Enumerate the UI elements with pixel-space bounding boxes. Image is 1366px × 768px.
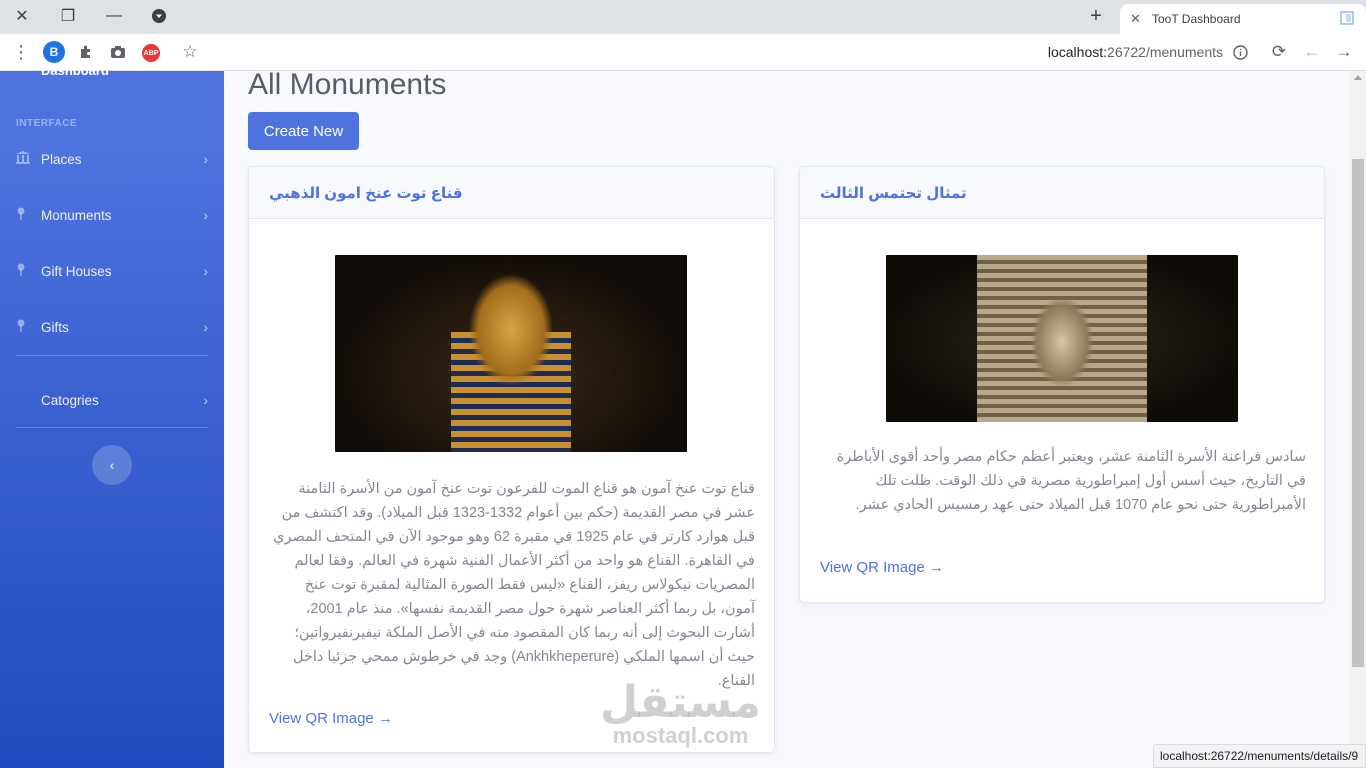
address-bar: ⋮ B ABP ☆ localhost:26722/menuments ⟳ ← … (0, 34, 1366, 71)
sidebar-toggle-button[interactable]: ‹ (92, 445, 132, 485)
thutmose-statue-image (886, 255, 1238, 422)
chevron-right-icon: › (203, 151, 208, 167)
map-pin-icon (16, 319, 41, 335)
status-hover-url: localhost:26722/menuments/details/9 (1153, 744, 1366, 768)
sidebar-dashboard-link[interactable]: Dashboard (41, 63, 109, 78)
tab-search-icon[interactable] (145, 4, 173, 28)
tab-close-icon[interactable]: ✕ (1130, 11, 1146, 27)
chevron-left-icon: ‹ (109, 457, 115, 473)
sidebar-item-places[interactable]: Places › (16, 145, 208, 173)
url-field[interactable]: localhost:26722/menuments (1048, 44, 1223, 60)
sidebar-divider (16, 427, 208, 428)
scroll-up-arrow-icon[interactable] (1354, 75, 1362, 80)
scroll-thumb[interactable] (1352, 159, 1364, 667)
window-restore-icon[interactable]: ❐ (54, 4, 82, 28)
sidebar-item-label: Gift Houses (41, 263, 112, 279)
sidebar-divider (16, 355, 208, 356)
card-title: تمثال تحتمس الثالث (800, 167, 1324, 219)
extensions-icon[interactable] (76, 41, 96, 63)
sidebar-item-monuments[interactable]: Monuments › (16, 201, 208, 229)
page-scrollbar[interactable] (1350, 71, 1366, 768)
chevron-right-icon: › (203, 392, 208, 408)
window-minimize-icon[interactable]: — (100, 4, 128, 28)
camera-icon[interactable] (108, 41, 128, 63)
chevron-right-icon: › (203, 207, 208, 223)
map-pin-icon (16, 207, 41, 223)
page-title: All Monuments (248, 68, 447, 101)
url-host: localhost: (1047, 44, 1108, 60)
back-arrow-icon[interactable]: ← (1302, 41, 1322, 63)
view-qr-image-link[interactable]: View QR Image → (269, 710, 393, 727)
forward-arrow-icon[interactable]: → (1334, 41, 1354, 63)
monument-card: قناع توت عنخ امون الذهبي قناع توت عنخ آم… (248, 166, 775, 753)
new-tab-button[interactable]: + (1082, 4, 1110, 28)
map-pin-icon (16, 263, 41, 279)
url-path: 26722/menuments (1107, 44, 1223, 60)
sidebar-item-label: Gifts (41, 319, 69, 335)
main-content: All Monuments Create New قناع توت عنخ ام… (224, 68, 1350, 768)
sidebar-item-catogries[interactable]: Catogries › (16, 386, 208, 414)
bookmark-star-icon[interactable]: ☆ (180, 41, 200, 63)
adblock-icon[interactable]: ABP (141, 41, 161, 63)
reload-icon[interactable]: ⟳ (1269, 41, 1289, 63)
chevron-right-icon: › (203, 263, 208, 279)
browser-menu-icon[interactable]: ⋮ (12, 41, 30, 63)
profile-avatar[interactable]: B (43, 41, 65, 63)
browser-tab-active[interactable]: ✕ TooT Dashboard (1120, 4, 1366, 34)
card-title: قناع توت عنخ امون الذهبي (249, 167, 774, 219)
create-new-button[interactable]: Create New (248, 112, 359, 150)
browser-tab-bar: ✕ ❐ — + ✕ TooT Dashboard (0, 0, 1366, 34)
window-close-icon[interactable]: ✕ (8, 4, 36, 28)
sidebar-heading-interface: INTERFACE (16, 118, 78, 129)
card-description: قناع توت عنخ آمون هو قناع الموت للفرعون … (273, 481, 755, 689)
sidebar-item-label: Monuments (41, 207, 112, 223)
watermark-latin: mostaql.com (612, 723, 749, 748)
building-icon (16, 151, 41, 167)
site-info-icon[interactable] (1231, 41, 1249, 63)
sidebar-item-label: Catogries (41, 392, 99, 408)
tab-title: TooT Dashboard (1152, 12, 1241, 26)
tab-favicon-icon (1340, 10, 1366, 28)
sidebar-item-gift-houses[interactable]: Gift Houses › (16, 257, 208, 285)
mostaql-watermark: مستقل mostaql.com (600, 681, 761, 747)
chevron-right-icon: › (203, 319, 208, 335)
sidebar-item-label: Places (41, 151, 82, 167)
sidebar: Dashboard INTERFACE Places › Monuments ›… (0, 63, 224, 768)
sidebar-item-gifts[interactable]: Gifts › (16, 313, 208, 341)
card-description: سادس فراعنة الأسرة الثامنة عشر، ويعتبر أ… (836, 449, 1306, 513)
view-qr-image-link[interactable]: View QR Image → (820, 559, 944, 576)
monument-card: تمثال تحتمس الثالث سادس فراعنة الأسرة ال… (799, 166, 1325, 603)
golden-mask-image (335, 255, 687, 452)
profile-b-icon: B (43, 41, 65, 63)
watermark-arabic: مستقل (600, 677, 761, 728)
abp-badge: ABP (142, 44, 160, 62)
